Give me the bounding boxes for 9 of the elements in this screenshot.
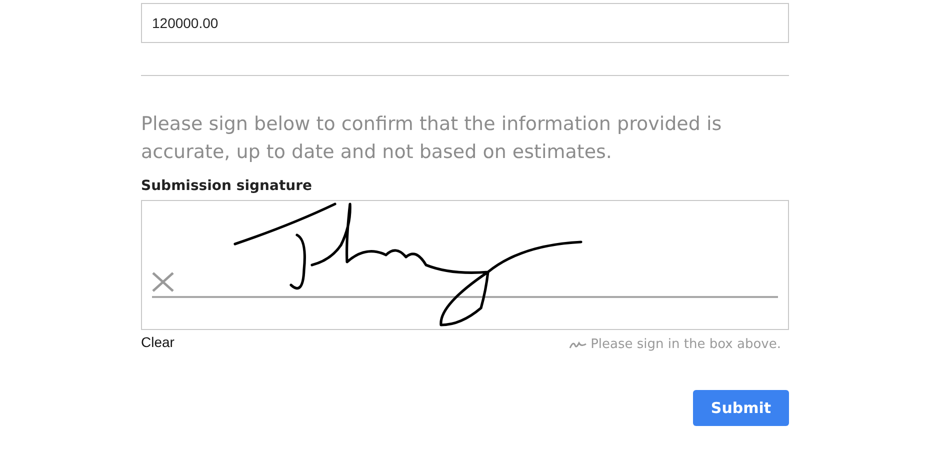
- amount-field[interactable]: 120000.00: [141, 3, 789, 43]
- instructions-text: Please sign below to confirm that the information provided is accurate, up to date and not based on estimates.: [141, 112, 723, 165]
- clear-link[interactable]: Clear: [141, 334, 174, 350]
- signature-label: Submission signature: [141, 178, 314, 194]
- sign-hint: Please sign in the box above.: [590, 337, 781, 352]
- signature-icon: [568, 340, 587, 350]
- close-icon: [152, 272, 174, 292]
- signature-pad[interactable]: [141, 200, 789, 330]
- submit-button[interactable]: Submit: [693, 390, 789, 426]
